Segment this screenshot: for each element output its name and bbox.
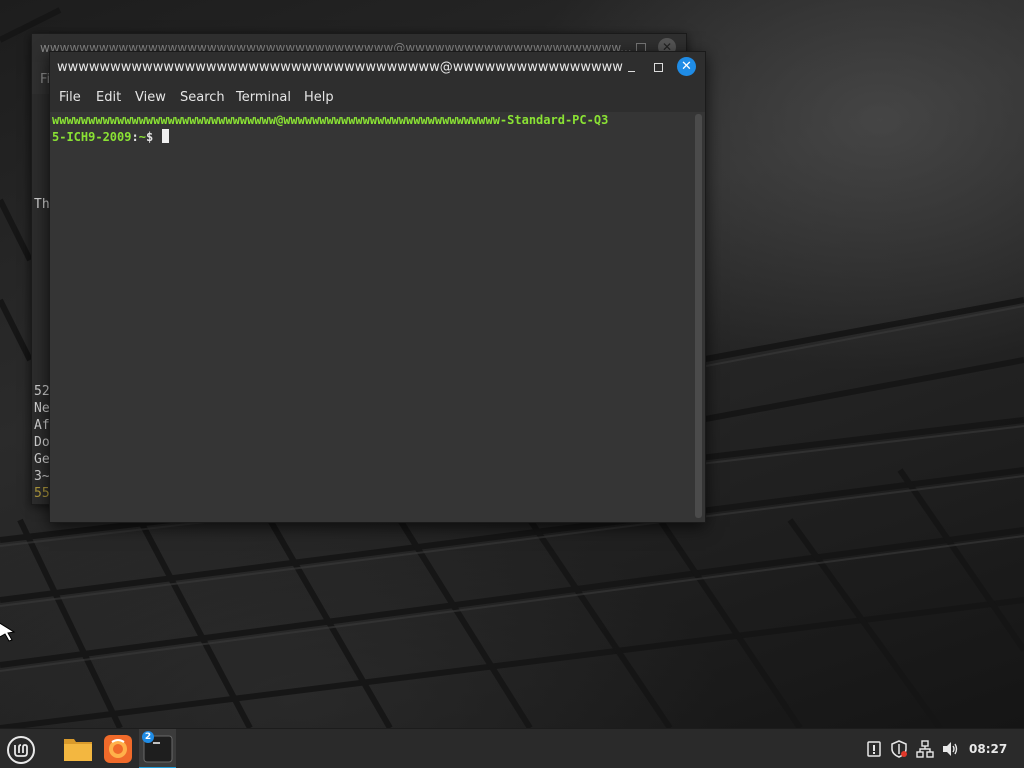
terminal-title: wwwwwwwwwwwwwwwwwwwwwwwwwwwwwwwwwwww@www… [57, 60, 623, 75]
terminal-window[interactable]: wwwwwwwwwwwwwwwwwwwwwwwwwwwwwwwwwwww@www… [49, 51, 706, 523]
window-count-badge: 2 [142, 731, 154, 743]
terminal-scrollbar[interactable] [695, 114, 702, 518]
menu-view[interactable]: View [135, 84, 166, 112]
terminal-app-button[interactable]: 2 [139, 729, 176, 768]
firefox-app-button[interactable] [100, 729, 136, 768]
shield-icon[interactable] [890, 740, 908, 758]
mint-menu-icon [7, 736, 35, 764]
volume-icon[interactable] [941, 740, 959, 758]
background-output-line: Af [34, 418, 50, 433]
background-output-line: Ne [34, 401, 50, 416]
prompt-path: ~ [138, 130, 146, 144]
files-app-button[interactable] [60, 729, 96, 768]
folder-icon [64, 739, 92, 761]
terminal-titlebar[interactable]: wwwwwwwwwwwwwwwwwwwwwwwwwwwwwwwwwwww@www… [50, 52, 705, 84]
menu-button[interactable] [6, 735, 36, 765]
update-manager-icon[interactable] [865, 740, 883, 758]
background-output-line: Ge [34, 452, 50, 467]
terminal-body[interactable]: wwwwwwwwwwwwwwwwwwwwwwwwwwwwwww@wwwwwwww… [50, 112, 693, 522]
background-output-line: 55 [34, 486, 50, 501]
prompt-symbol: $ [145, 130, 161, 144]
clock[interactable]: 08:27 [969, 729, 1007, 768]
maximize-button[interactable] [649, 58, 669, 78]
close-button[interactable]: ✕ [677, 57, 696, 76]
background-output-line: 3~ [34, 469, 50, 484]
prompt-line-2: 5-ICH9-2009:~$ [52, 129, 170, 146]
background-output-line: 52 [34, 384, 50, 399]
mouse-pointer-icon [0, 622, 16, 642]
prompt-line-1: wwwwwwwwwwwwwwwwwwwwwwwwwwwwwww@wwwwwwww… [52, 113, 609, 127]
network-icon[interactable] [916, 740, 934, 758]
taskbar: 2 08:27 [0, 728, 1024, 768]
background-output-line: Th [34, 197, 50, 212]
menu-help[interactable]: Help [304, 84, 334, 112]
background-output-line: Do [34, 435, 50, 450]
text-cursor [162, 129, 170, 143]
prompt-separator: : [131, 130, 139, 144]
menu-file[interactable]: File [59, 84, 81, 112]
menu-edit[interactable]: Edit [96, 84, 121, 112]
firefox-icon [104, 735, 132, 763]
menu-search[interactable]: Search [180, 84, 225, 112]
minimize-button[interactable] [622, 58, 642, 78]
menu-terminal[interactable]: Terminal [236, 84, 291, 112]
prompt-host: 5-ICH9-2009 [52, 130, 132, 144]
terminal-menubar: File Edit View Search Terminal Help [50, 84, 705, 112]
